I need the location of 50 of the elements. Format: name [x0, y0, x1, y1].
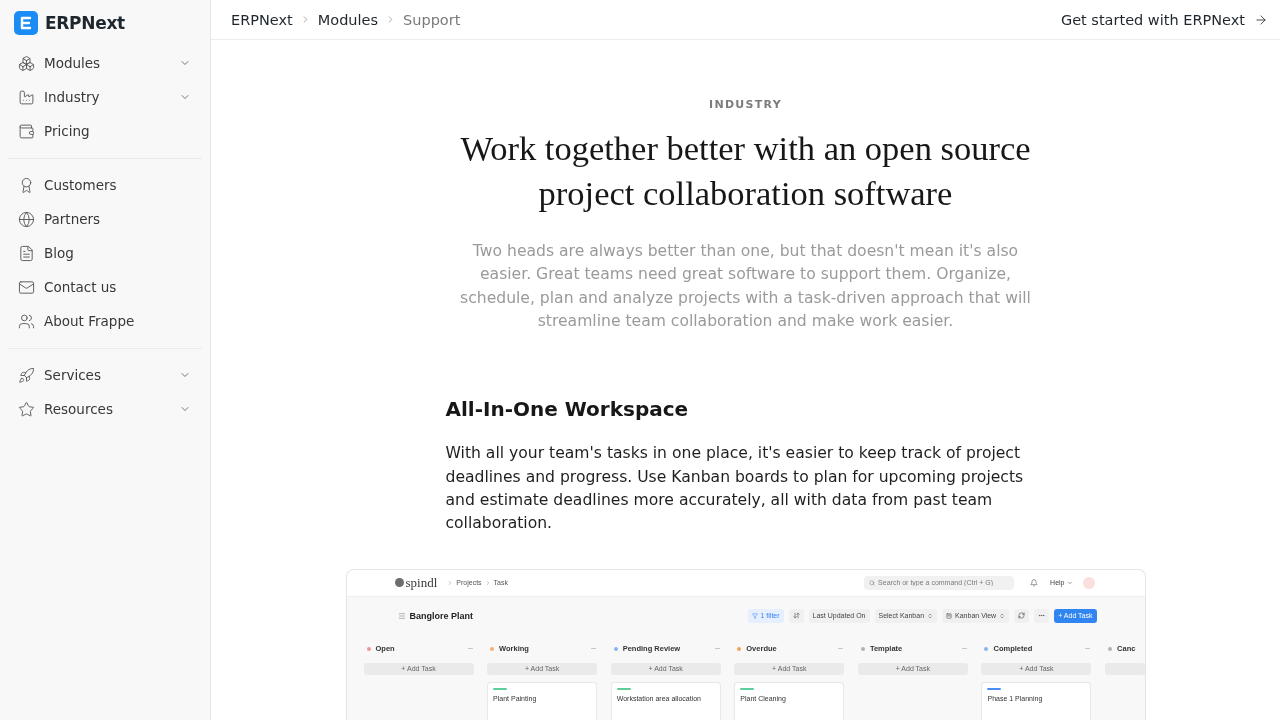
- nav-link[interactable]: Partners: [8, 202, 202, 236]
- refresh-icon: [1018, 612, 1026, 620]
- more-button[interactable]: [1034, 608, 1050, 623]
- breadcrumb-current[interactable]: Support: [403, 11, 461, 28]
- up-down-icon: [927, 612, 934, 619]
- nav-link[interactable]: Customers: [8, 168, 202, 202]
- get-started-link[interactable]: Get started with ERPNext: [1060, 11, 1268, 28]
- nav-link[interactable]: Blog: [8, 236, 202, 270]
- nav-link[interactable]: Pricing: [8, 114, 202, 148]
- nav-menu-item[interactable]: Industry: [8, 80, 202, 114]
- breadcrumb-link[interactable]: ERPNext: [231, 11, 293, 28]
- chevron-right-icon: [447, 579, 454, 586]
- refresh-button[interactable]: [1014, 608, 1030, 623]
- chevron-down-icon: [1066, 579, 1073, 586]
- logo-icon: [394, 578, 404, 588]
- users-icon: [18, 312, 35, 330]
- chevron-right-icon: [484, 579, 491, 586]
- logo-icon: [14, 11, 38, 35]
- app-logo: spindl: [405, 575, 438, 590]
- intro-paragraph: Two heads are always better than one, but that doesn't mean it's also easier. Great teams need great software to support them. Organize, schedule, plan and analyze projects with a task-driven approach that will streamline team collaboration and make work easier.: [459, 241, 1032, 332]
- factory-icon: [18, 88, 35, 106]
- nav-menu-item[interactable]: Services: [8, 358, 202, 392]
- eyebrow-label: INDUSTRY: [709, 98, 782, 112]
- bell-icon[interactable]: [1030, 578, 1039, 587]
- breadcrumb-link[interactable]: Modules: [317, 11, 379, 28]
- sort-order-button[interactable]: [788, 608, 804, 623]
- globe-icon: [18, 210, 35, 228]
- add-task-button[interactable]: [1105, 662, 1145, 675]
- boxes-icon: [18, 54, 35, 72]
- up-down-icon: [999, 612, 1006, 619]
- filter-icon: [751, 612, 758, 619]
- kanban-icon: [946, 612, 953, 619]
- rocket-icon: [18, 366, 35, 384]
- wallet-icon: [18, 122, 35, 140]
- search-icon: [869, 579, 876, 586]
- logo-text: ERPNext: [45, 13, 125, 33]
- document-icon: [18, 244, 35, 262]
- mail-icon: [18, 278, 35, 296]
- section-heading: All-In-One Workspace: [445, 396, 690, 424]
- menu-icon[interactable]: [397, 611, 406, 620]
- avatar-icon[interactable]: [1082, 576, 1095, 589]
- nav-menu-item[interactable]: Resources: [8, 392, 202, 426]
- sort-icon: [792, 612, 800, 620]
- page-title: Work together better with an open source project collaboration software: [459, 128, 1032, 214]
- nav-menu-item[interactable]: Modules: [8, 46, 202, 80]
- board-title: Banglore Plant: [409, 610, 473, 621]
- nav-link[interactable]: Contact us: [8, 270, 202, 304]
- nav-link[interactable]: About Frappe: [8, 304, 202, 338]
- star-icon: [18, 400, 35, 418]
- section-paragraph: With all your team's tasks in one place, it's easier to keep track of project deadlines and progress. Use Kanban boards to plan for upcoming projects and estimate deadlines more accurately, all with data from past team collaboration.: [445, 443, 1025, 535]
